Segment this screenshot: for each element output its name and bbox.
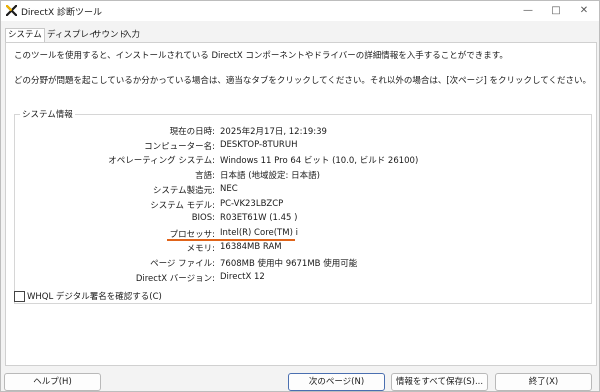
info-value: NEC <box>220 184 238 194</box>
whql-checkbox-label[interactable]: WHQL デジタル署名を確認する(C) <box>27 290 162 302</box>
system-info-group: システム情報 現在の日時: 2025年2月17日, 12:19:39 コンピュー… <box>14 108 592 304</box>
tab-strip: システム ディスプレイ サウンド 入力 <box>5 28 595 44</box>
intro-line-1: このツールを使用すると、インストールされている DirectX コンポーネントや… <box>14 51 508 61</box>
info-label: オペレーティング システム: <box>108 156 215 166</box>
info-row-page-file: ページ ファイル: 7608MB 使用中 9671MB 使用可能 <box>15 257 591 269</box>
system-info-group-title: システム情報 <box>20 108 75 120</box>
info-value: 16384MB RAM <box>220 242 282 252</box>
whql-checkbox[interactable] <box>14 291 25 302</box>
directx-diagnostic-window: DirectX 診断ツール — □ ✕ システム ディスプレイ サウンド 入力 … <box>0 0 600 392</box>
processor-highlight-underline <box>167 239 295 241</box>
tab-input[interactable]: 入力 <box>121 29 142 42</box>
info-row-processor: プロセッサ: Intel(R) Core(TM) i <box>15 228 591 240</box>
info-value: R03ET61W (1.45 ) <box>220 213 298 223</box>
info-value: 2025年2月17日, 12:19:39 <box>220 127 327 137</box>
info-row-bios: BIOS: R03ET61W (1.45 ) <box>15 213 591 225</box>
info-label: DirectX バージョン: <box>135 274 215 284</box>
maximize-button[interactable]: □ <box>541 1 571 21</box>
title-bar: DirectX 診断ツール — □ ✕ <box>1 1 599 21</box>
info-value: 7608MB 使用中 9671MB 使用可能 <box>220 259 358 269</box>
info-label: システム モデル: <box>150 201 215 211</box>
exit-button[interactable]: 終了(X) <box>495 373 592 391</box>
info-value: Intel(R) Core(TM) i <box>220 228 298 238</box>
info-label: コンピューター名: <box>144 142 215 152</box>
info-value: 日本語 (地域設定: 日本語) <box>220 171 320 181</box>
save-all-info-button[interactable]: 情報をすべて保存(S)... <box>391 373 488 391</box>
info-row-model: システム モデル: PC-VK23LBZCP <box>15 199 591 211</box>
info-label: メモリ: <box>186 244 215 254</box>
info-value: Windows 11 Pro 64 ビット (10.0, ビルド 26100) <box>220 156 419 166</box>
info-row-datetime: 現在の日時: 2025年2月17日, 12:19:39 <box>15 125 591 137</box>
info-row-language: 言語: 日本語 (地域設定: 日本語) <box>15 169 591 181</box>
close-button[interactable]: ✕ <box>569 1 599 21</box>
help-button[interactable]: ヘルプ(H) <box>4 373 101 391</box>
info-value: PC-VK23LBZCP <box>220 199 284 209</box>
info-row-os: オペレーティング システム: Windows 11 Pro 64 ビット (10… <box>15 154 591 166</box>
next-page-button[interactable]: 次のページ(N) <box>288 373 385 391</box>
info-label: システム製造元: <box>152 186 215 196</box>
directx-app-icon <box>6 5 17 16</box>
info-row-directx-version: DirectX バージョン: DirectX 12 <box>15 272 591 284</box>
info-value: DESKTOP-8TURUH <box>220 140 298 150</box>
intro-line-2: どの分野が問題を起こしているか分かっている場合は、適当なタブをクリックしてくださ… <box>14 76 591 86</box>
info-label: BIOS: <box>191 213 215 223</box>
info-label: 現在の日時: <box>169 127 215 137</box>
info-label: 言語: <box>195 171 215 181</box>
info-value: DirectX 12 <box>220 272 265 282</box>
info-row-memory: メモリ: 16384MB RAM <box>15 242 591 254</box>
system-tab-panel: このツールを使用すると、インストールされている DirectX コンポーネントや… <box>5 42 597 366</box>
info-row-manufacturer: システム製造元: NEC <box>15 184 591 196</box>
minimize-button[interactable]: — <box>513 1 543 21</box>
info-row-computer-name: コンピューター名: DESKTOP-8TURUH <box>15 140 591 152</box>
info-label: ページ ファイル: <box>150 259 215 269</box>
window-title: DirectX 診断ツール <box>21 8 102 18</box>
